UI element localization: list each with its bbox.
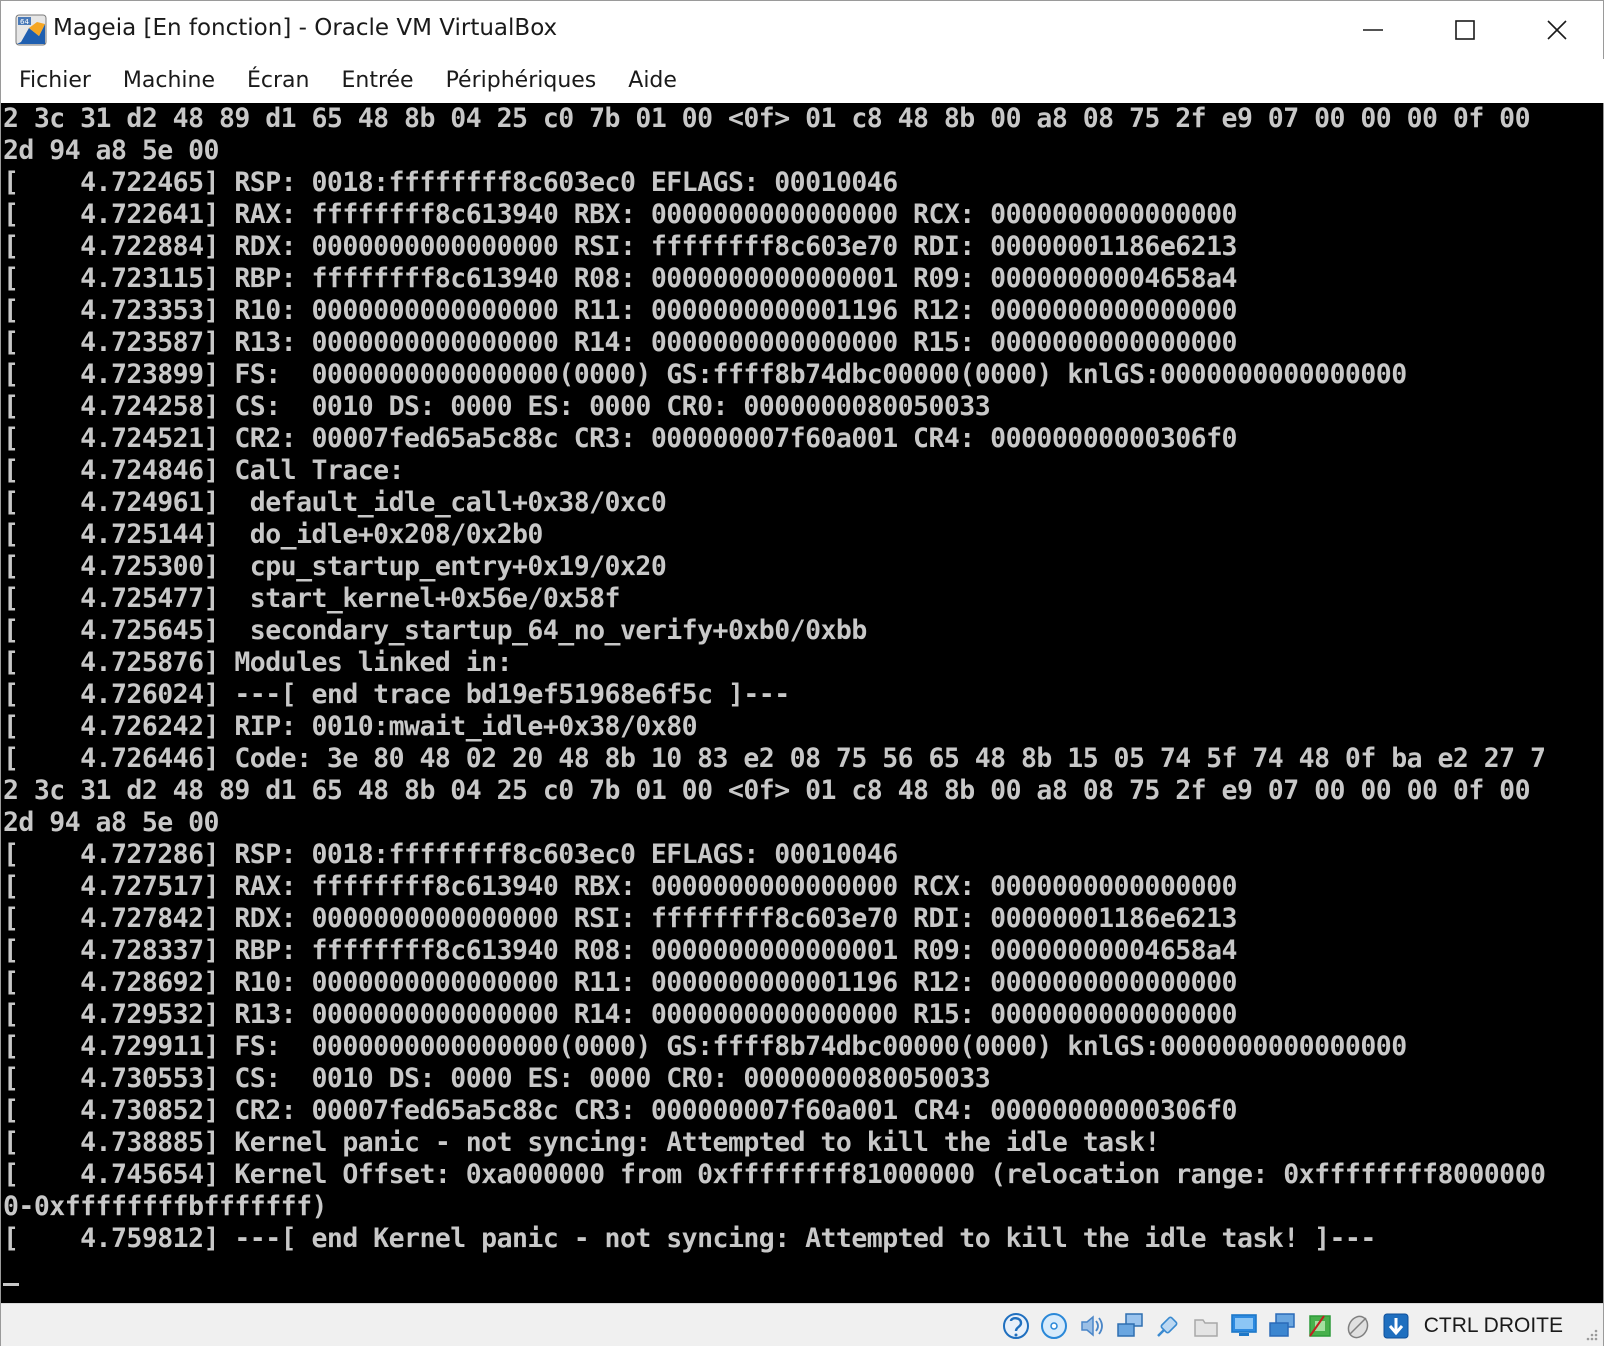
optical-drive-indicator[interactable] <box>1038 1310 1070 1342</box>
host-key-label[interactable]: CTRL DROITE <box>1424 1314 1563 1338</box>
mouse-integration-indicator[interactable] <box>1342 1310 1374 1342</box>
status-bar: CTRL DROITE <box>1 1303 1603 1346</box>
menu-aide[interactable]: Aide <box>612 61 693 101</box>
console-line: [ 4.730553] CS: 0010 DS: 0000 ES: 0000 C… <box>3 1063 991 1094</box>
usb-icon <box>1156 1316 1178 1337</box>
window-title: Mageia [En fonction] - Oracle VM Virtual… <box>53 15 558 41</box>
svg-text:64: 64 <box>20 18 29 26</box>
console-line: [ 4.729532] R13: 0000000000000000 R14: 0… <box>3 999 1237 1030</box>
console-line: 2d 94 a8 5e 00 <box>3 135 219 166</box>
console-line: [ 4.723115] RBP: ffffffff8c613940 R08: 0… <box>3 263 1237 294</box>
status-indicators: CTRL DROITE <box>1000 1310 1563 1342</box>
console-line: 2 3c 31 d2 48 89 d1 65 48 8b 04 25 c0 7b… <box>3 775 1531 806</box>
console-line: 0-0xffffffffbfffffff) <box>3 1191 327 1222</box>
keyboard-capture-indicator[interactable] <box>1380 1310 1412 1342</box>
video-capture-icon <box>1269 1313 1295 1337</box>
maximize-icon <box>1455 20 1475 40</box>
title-bar[interactable]: 64 Mageia [En fonction] - Oracle VM Virt… <box>1 1 1603 59</box>
console-line: [ 4.727517] RAX: ffffffff8c613940 RBX: 0… <box>3 871 1237 902</box>
keyboard-capture-icon <box>1383 1313 1409 1339</box>
console-line: [ 4.725477] start_kernel+0x56e/0x58f <box>3 583 621 614</box>
resize-grip-icon[interactable] <box>1585 1328 1599 1342</box>
hard-disk-indicator[interactable] <box>1000 1310 1032 1342</box>
display-icon <box>1230 1314 1257 1336</box>
console-line: [ 4.725645] secondary_startup_64_no_veri… <box>3 615 867 646</box>
menu-fichier[interactable]: Fichier <box>3 61 107 101</box>
console-line: [ 4.759812] ---[ end Kernel panic - not … <box>3 1223 1376 1254</box>
console-line: [ 4.726242] RIP: 0010:mwait_idle+0x38/0x… <box>3 711 698 742</box>
virtualbox-app-icon[interactable]: 64 <box>15 14 47 46</box>
console-line: [ 4.725300] cpu_startup_entry+0x19/0x20 <box>3 551 667 582</box>
display-indicator[interactable] <box>1228 1310 1260 1342</box>
audio-icon <box>1081 1315 1103 1337</box>
usb-indicator[interactable] <box>1152 1310 1184 1342</box>
network-indicator[interactable] <box>1114 1310 1146 1342</box>
console-line: [ 4.723899] FS: 0000000000000000(0000) G… <box>3 359 1407 390</box>
menu-ecran[interactable]: Écran <box>231 61 325 101</box>
console-line: [ 4.724961] default_idle_call+0x38/0xc0 <box>3 487 667 518</box>
console-line: [ 4.724846] Call Trace: <box>3 455 405 486</box>
cpu-indicator-icon <box>1308 1315 1331 1337</box>
menu-bar: Fichier Machine Écran Entrée Périphériqu… <box>1 59 1604 103</box>
console-line: [ 4.738885] Kernel panic - not syncing: … <box>3 1127 1160 1158</box>
minimize-button[interactable] <box>1327 1 1419 59</box>
maximize-button[interactable] <box>1419 1 1511 59</box>
console-line: [ 4.727286] RSP: 0018:ffffffff8c603ec0 E… <box>3 839 898 870</box>
console-line: 2d 94 a8 5e 00 <box>3 807 219 838</box>
mouse-integration-icon <box>1347 1315 1369 1339</box>
guest-console-screen[interactable]: 2 3c 31 d2 48 89 d1 65 48 8b 04 25 c0 7b… <box>1 103 1603 1303</box>
menu-peripheriques[interactable]: Périphériques <box>430 61 613 101</box>
console-line: [ 4.722465] RSP: 0018:ffffffff8c603ec0 E… <box>3 167 898 198</box>
console-line: [ 4.726446] Code: 3e 80 48 02 20 48 8b 1… <box>3 743 1546 774</box>
console-line: 2 3c 31 d2 48 89 d1 65 48 8b 04 25 c0 7b… <box>3 103 1531 134</box>
console-line: [ 4.729911] FS: 0000000000000000(0000) G… <box>3 1031 1407 1062</box>
shared-folders-icon <box>1194 1319 1218 1337</box>
network-icon <box>1117 1313 1143 1337</box>
console-line: [ 4.728692] R10: 0000000000000000 R11: 0… <box>3 967 1237 998</box>
console-line: [ 4.727842] RDX: 0000000000000000 RSI: f… <box>3 903 1237 934</box>
audio-indicator[interactable] <box>1076 1310 1108 1342</box>
text-cursor <box>3 1283 19 1286</box>
console-line: [ 4.724521] CR2: 00007fed65a5c88c CR3: 0… <box>3 423 1237 454</box>
console-line: [ 4.745654] Kernel Offset: 0xa000000 fro… <box>3 1159 1546 1190</box>
console-line: [ 4.728337] RBP: ffffffff8c613940 R08: 0… <box>3 935 1237 966</box>
console-line: [ 4.723587] R13: 0000000000000000 R14: 0… <box>3 327 1237 358</box>
menu-entree[interactable]: Entrée <box>325 61 429 101</box>
console-line: [ 4.724258] CS: 0010 DS: 0000 ES: 0000 C… <box>3 391 991 422</box>
console-line: [ 4.723353] R10: 0000000000000000 R11: 0… <box>3 295 1237 326</box>
console-output: 2 3c 31 d2 48 89 d1 65 48 8b 04 25 c0 7b… <box>3 103 1546 1255</box>
console-line: [ 4.725144] do_idle+0x208/0x2b0 <box>3 519 543 550</box>
console-line: [ 4.722884] RDX: 0000000000000000 RSI: f… <box>3 231 1237 262</box>
video-capture-indicator[interactable] <box>1266 1310 1298 1342</box>
close-icon <box>1547 20 1567 40</box>
optical-drive-icon <box>1040 1313 1067 1339</box>
menu-machine[interactable]: Machine <box>107 61 231 101</box>
hard-disk-icon <box>1002 1313 1029 1339</box>
console-line: [ 4.730852] CR2: 00007fed65a5c88c CR3: 0… <box>3 1095 1237 1126</box>
console-line: [ 4.725876] Modules linked in: <box>3 647 513 678</box>
console-line: [ 4.722641] RAX: ffffffff8c613940 RBX: 0… <box>3 199 1237 230</box>
virtualbox-window: 64 Mageia [En fonction] - Oracle VM Virt… <box>0 0 1604 1346</box>
console-line: [ 4.726024] ---[ end trace bd19ef51968e6… <box>3 679 790 710</box>
close-button[interactable] <box>1511 1 1603 59</box>
minimize-icon <box>1363 29 1383 31</box>
shared-folders-indicator[interactable] <box>1190 1310 1222 1342</box>
cpu-indicator[interactable] <box>1304 1310 1336 1342</box>
